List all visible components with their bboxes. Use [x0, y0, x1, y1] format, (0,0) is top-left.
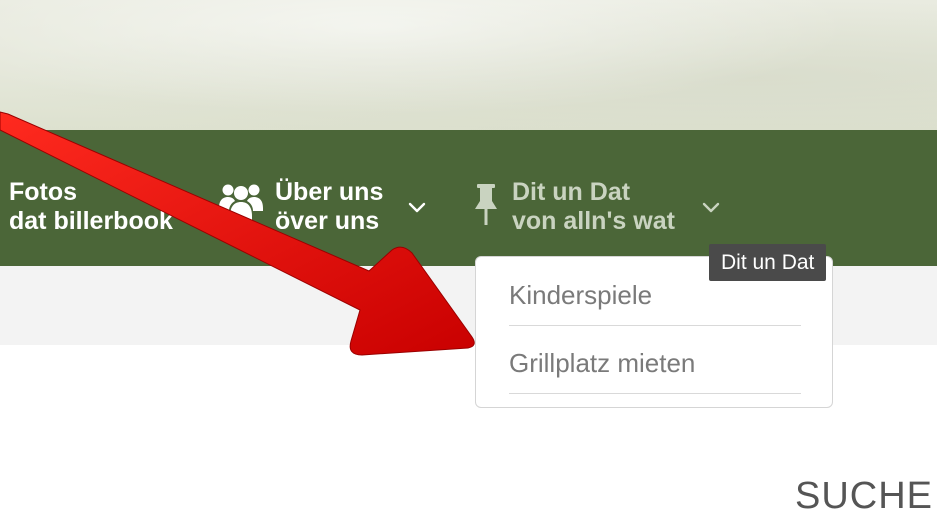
nav-item-fotos-title: Fotos	[9, 178, 78, 206]
nav-item-dit-un-dat-title: Dit un Dat	[512, 178, 631, 206]
section-heading-suche: SUCHE	[795, 475, 934, 517]
nav-item-dit-un-dat-subtitle: von alln's wat	[512, 207, 675, 235]
menu-item-grillplatz-mieten[interactable]: Grillplatz mieten	[509, 333, 801, 394]
nav-item-fotos[interactable]: Fotos dat billerbook	[9, 178, 173, 236]
nav-item-ueber-uns-subtitle: över uns	[275, 207, 380, 235]
pushpin-icon	[475, 184, 497, 225]
nav-item-dit-un-dat[interactable]: Dit un Dat von alln's wat	[512, 178, 675, 236]
users-icon	[219, 184, 263, 220]
nav-item-fotos-subtitle: dat billerbook	[9, 207, 173, 235]
nav-item-ueber-uns[interactable]: Über uns över uns	[275, 178, 383, 236]
nav-item-ueber-uns-title: Über uns	[275, 178, 384, 206]
hero-image	[0, 0, 937, 130]
tooltip: Dit un Dat	[709, 244, 827, 281]
chevron-down-icon[interactable]	[407, 201, 427, 215]
chevron-down-icon[interactable]	[701, 201, 721, 215]
